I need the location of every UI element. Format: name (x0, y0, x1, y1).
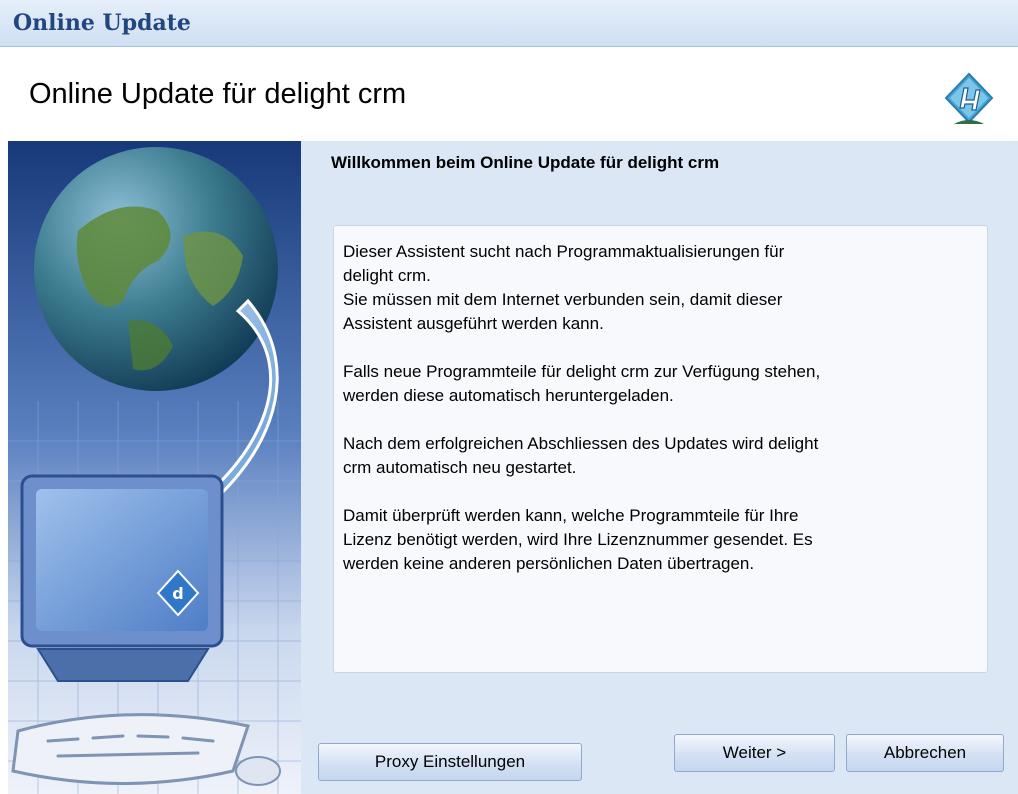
content-panel: Willkommen beim Online Update für deligh… (301, 141, 1018, 794)
window-title: Online Update (13, 10, 191, 36)
info-box: Dieser Assistent sucht nach Programmaktu… (333, 225, 988, 673)
info-paragraph: Dieser Assistent sucht nach Programmaktu… (343, 242, 785, 333)
info-paragraph: Falls neue Programmteile für delight crm… (343, 362, 821, 405)
info-paragraph: Nach dem erfolgreichen Abschliessen des … (343, 434, 819, 477)
page-title: Online Update für delight crm (29, 78, 407, 110)
next-button[interactable]: Weiter > (674, 734, 835, 772)
proxy-settings-button[interactable]: Proxy Einstellungen (318, 743, 582, 781)
cancel-button[interactable]: Abbrechen (846, 734, 1004, 772)
dialog-header: Online Update für delight crm (0, 58, 1018, 138)
globe-computer-illustration: d (8, 141, 301, 794)
sidebar-illustration: d (8, 141, 301, 794)
badge-letter: d (172, 584, 183, 603)
welcome-heading: Willkommen beim Online Update für deligh… (331, 153, 720, 172)
online-update-dialog: Online Update Online Update für delight … (0, 0, 1018, 794)
delight-logo-icon (944, 72, 994, 124)
keyboard-icon (11, 713, 250, 785)
info-paragraph: Damit überprüft werden kann, welche Prog… (343, 506, 813, 573)
title-bar[interactable]: Online Update (0, 0, 1018, 47)
mouse-icon (235, 756, 281, 786)
